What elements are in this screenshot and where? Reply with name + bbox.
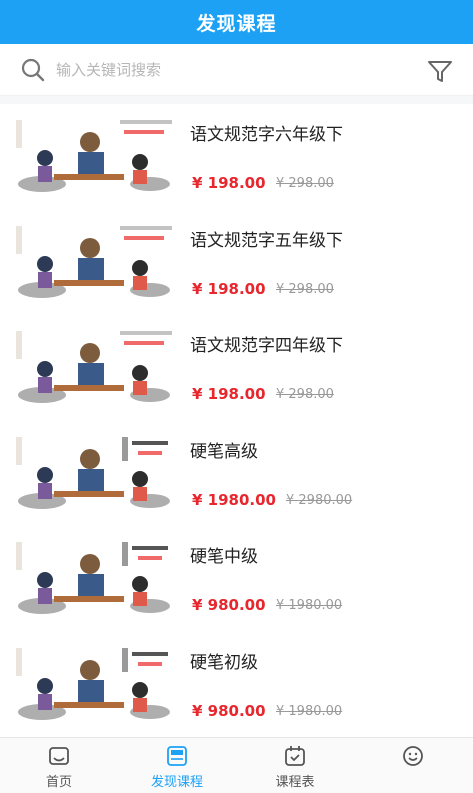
- course-price: ¥ 198.00: [192, 174, 266, 192]
- search-icon[interactable]: [20, 57, 46, 83]
- page-title: 发现课程: [196, 12, 277, 35]
- course-item[interactable]: 硬笔初级 ¥ 980.00 ¥ 1980.00: [0, 632, 473, 738]
- course-thumbnail: [10, 639, 180, 728]
- search-bar: [0, 44, 473, 96]
- course-original-price: ¥ 1980.00: [276, 703, 343, 719]
- course-title: 硬笔中级: [190, 547, 258, 567]
- course-original-price: ¥ 298.00: [276, 387, 334, 402]
- course-thumbnail: [10, 323, 180, 411]
- tab-label: 课程表: [275, 775, 315, 790]
- tab-home[interactable]: 首页: [0, 738, 118, 793]
- tab-schedule[interactable]: 课程表: [236, 738, 354, 793]
- search-input[interactable]: [56, 57, 386, 83]
- course-item[interactable]: 语文规范字五年级下 ¥ 198.00 ¥ 298.00: [0, 210, 473, 316]
- course-price: ¥ 1980.00: [192, 490, 276, 509]
- divider: [0, 96, 473, 104]
- course-list: 语文规范字六年级下 ¥ 198.00 ¥ 298.00 语文规范字五年级下 ¥ …: [0, 104, 473, 737]
- course-title: 硬笔高级: [190, 441, 258, 462]
- course-thumbnail: [10, 534, 180, 622]
- course-thumbnail: [10, 217, 180, 306]
- course-original-price: ¥ 1980.00: [276, 598, 343, 613]
- course-thumbnail: [10, 112, 180, 200]
- tab-label: 发现课程: [150, 775, 203, 790]
- course-price: ¥ 198.00: [192, 279, 266, 298]
- course-item[interactable]: 语文规范字四年级下 ¥ 198.00 ¥ 298.00: [0, 315, 473, 421]
- tab-me[interactable]: [354, 738, 472, 793]
- tab-label: 首页: [45, 775, 72, 790]
- course-price: ¥ 980.00: [192, 596, 266, 614]
- course-item[interactable]: 语文规范字六年级下 ¥ 198.00 ¥ 298.00: [0, 104, 473, 210]
- course-original-price: ¥ 2980.00: [286, 492, 353, 508]
- discover-icon: [167, 746, 187, 766]
- course-thumbnail: [10, 428, 180, 517]
- calendar-icon: [285, 746, 305, 766]
- course-price: ¥ 980.00: [192, 701, 266, 720]
- course-item[interactable]: 硬笔中级 ¥ 980.00 ¥ 1980.00: [0, 526, 473, 632]
- smile-icon: [403, 746, 423, 766]
- course-title: 语文规范字六年级下: [190, 125, 343, 145]
- bottom-tab-bar: 首页 发现课程 课程表: [0, 737, 473, 793]
- course-title: 语文规范字五年级下: [190, 230, 343, 251]
- filter-icon[interactable]: [426, 57, 454, 85]
- home-icon: [49, 747, 69, 765]
- course-original-price: ¥ 298.00: [276, 176, 334, 191]
- course-item[interactable]: 硬笔高级 ¥ 1980.00 ¥ 2980.00: [0, 421, 473, 527]
- course-price: ¥ 198.00: [192, 385, 266, 403]
- tab-discover-courses[interactable]: 发现课程: [118, 738, 236, 793]
- header: 发现课程: [0, 0, 473, 44]
- course-title: 硬笔初级: [190, 652, 258, 673]
- course-title: 语文规范字四年级下: [190, 336, 343, 356]
- course-original-price: ¥ 298.00: [276, 281, 334, 297]
